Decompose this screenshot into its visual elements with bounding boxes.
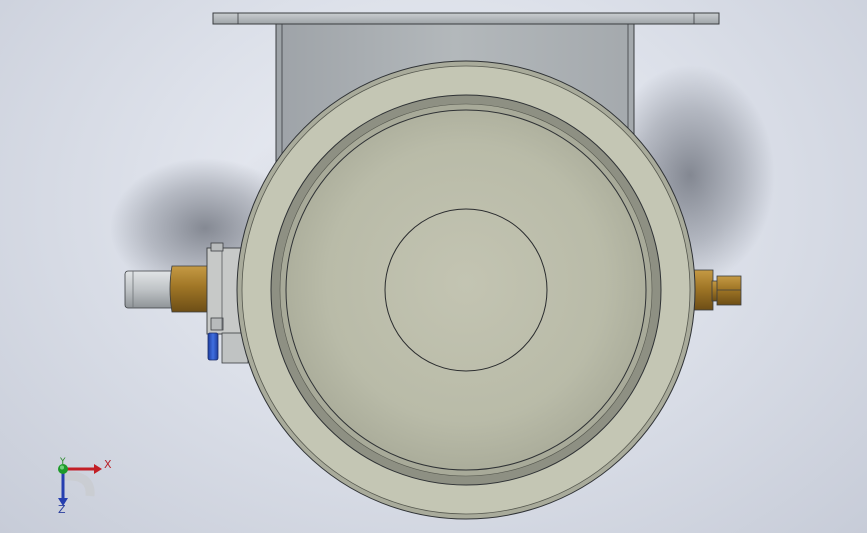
axis-triad-icon[interactable]: X Y Z (44, 452, 114, 520)
valve-body-top-lug (210, 242, 224, 252)
steel-stem (124, 270, 175, 309)
triad-arc (63, 471, 95, 497)
flange-top (212, 12, 720, 25)
hex-nut-icon[interactable] (693, 269, 742, 311)
blue-fitting-icon[interactable] (207, 332, 219, 361)
x-axis-arrowhead (94, 464, 102, 474)
valve-body-bottom-lug (210, 317, 224, 331)
blue-fitting-body (207, 332, 219, 361)
z-axis-label: Z (58, 503, 66, 516)
dome-housing-icon[interactable] (236, 60, 696, 520)
cad-viewport[interactable]: X Y Z (0, 0, 867, 533)
bowl-surface (285, 109, 647, 471)
y-axis-label: Y (60, 457, 66, 467)
x-axis-label: X (104, 458, 112, 471)
hex-nut (716, 275, 742, 306)
cad-model[interactable] (0, 0, 867, 533)
brass-collar (693, 269, 714, 311)
brass-sleeve (169, 265, 208, 313)
